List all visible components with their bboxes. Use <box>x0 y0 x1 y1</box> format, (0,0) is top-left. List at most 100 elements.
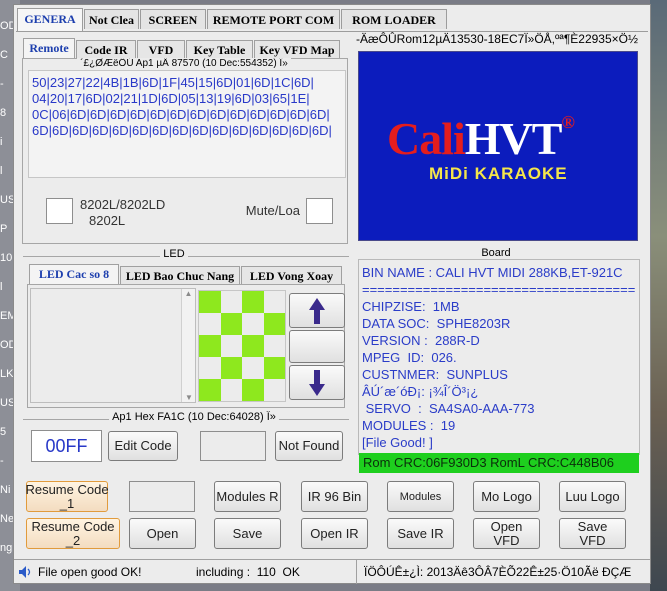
subtab-key-vfd-map[interactable]: Key VFD Map <box>254 40 340 58</box>
led-list[interactable] <box>30 288 196 403</box>
board-info-line: CHIPZISE: 1MB <box>362 299 460 314</box>
board-info-line: ÂÚ´æ´óÐ¡: ¡¾Î´Ö³¡¿ <box>362 384 479 399</box>
move-down-button[interactable] <box>289 365 345 400</box>
modules-button[interactable]: Modules <box>387 481 454 512</box>
desktop-icon-label: i <box>0 136 3 148</box>
status-datetime: ÏÖÔÚÊ±¿Ì: 2013Äê3ÔÂ7ÈÕ22Ê±25·Ö10Ãë ÐÇÆ <box>364 565 632 579</box>
code-result-field <box>200 431 266 461</box>
subtab-key-table[interactable]: Key Table <box>186 40 253 58</box>
led-group-label: LED <box>154 248 194 260</box>
desktop-icon-label: C <box>0 49 8 61</box>
status-message: File open good OK! <box>38 565 142 579</box>
ir-96-bin-button[interactable]: IR 96 Bin <box>301 481 368 512</box>
hex-line-2: 04|20|17|6D|02|21|1D|6D|05|13|19|6D|03|6… <box>32 91 310 106</box>
board-info-line: BIN NAME : CALI HVT MIDI 288KB,ET-921C <box>362 265 623 280</box>
blank-field <box>129 481 195 512</box>
led-segment-grid <box>198 290 286 402</box>
led-tab-vong-xoay[interactable]: LED Vong Xoay <box>241 266 342 284</box>
status-count: including : 110 OK <box>196 565 300 579</box>
desktop-icon-label: Ne <box>0 513 15 525</box>
open-vfd-button[interactable]: Open VFD <box>473 518 540 549</box>
tab-remote-port-com[interactable]: REMOTE PORT COM <box>207 9 340 29</box>
led-segment[interactable] <box>199 291 221 313</box>
modules-r-button[interactable]: Modules R <box>214 481 281 512</box>
board-info-line: MODULES : 19 <box>362 418 456 433</box>
subtab-vfd[interactable]: VFD <box>137 40 185 58</box>
board-info-line: VERSION : 288R-D <box>362 333 480 348</box>
led-segment[interactable] <box>220 313 242 335</box>
desktop-icon-label: Ni <box>0 484 11 496</box>
led-segment[interactable] <box>199 379 221 401</box>
scroll-up-icon[interactable]: ▲ <box>182 289 195 298</box>
led-segment[interactable] <box>199 357 221 379</box>
board-group-label: Board <box>470 247 522 259</box>
board-info-line: CUSTNMER: SUNPLUS <box>362 367 508 382</box>
board-info: BIN NAME : CALI HVT MIDI 288KB,ET-921C ==… <box>358 259 640 455</box>
ap1-group-label: Ap1 Hex FA1C (10 Dec:64028) Î» <box>94 411 294 423</box>
resume-code-2-button[interactable]: Resume Code _2 <box>26 518 120 549</box>
mo-logo-button[interactable]: Mo Logo <box>473 481 540 512</box>
edit-code-button[interactable]: Edit Code <box>108 431 178 461</box>
led-tab-cac-so-8[interactable]: LED Cac so 8 <box>29 264 119 284</box>
chip-label-line-1: 8202L/8202LD <box>80 197 166 212</box>
led-segment[interactable] <box>242 291 264 313</box>
scroll-down-icon[interactable]: ▼ <box>182 393 196 402</box>
remote-group-label: ´£¿ØÆëÔÚ Ap1 µÄ 87570 (10 Dec:554352) Î» <box>34 58 334 69</box>
tab-not-clea[interactable]: Not Clea <box>84 9 139 29</box>
logo-registered-mark: ® <box>561 112 574 132</box>
subtab-remote[interactable]: Remote <box>23 38 75 58</box>
main-tab-bar: GENERA Not Clea SCREEN REMOTE PORT COM R… <box>14 5 650 31</box>
tab-rom-loader[interactable]: ROM LOADER <box>341 9 447 29</box>
led-segment[interactable] <box>220 379 242 401</box>
led-segment[interactable] <box>263 335 285 357</box>
led-segment[interactable] <box>242 313 264 335</box>
hex-line-4: 6D|6D|6D|6D|6D|6D|6D|6D|6D|6D|6D|6D|6D|6… <box>32 123 332 138</box>
led-segment[interactable] <box>242 379 264 401</box>
luu-logo-button[interactable]: Luu Logo <box>559 481 626 512</box>
led-list-scrollbar[interactable]: ▲ ▼ <box>181 289 195 402</box>
led-tab-bao-chuc-nang[interactable]: LED Bao Chuc Nang <box>120 266 240 284</box>
board-info-line: SERVO : SA4SA0-AAA-773 <box>362 401 535 416</box>
desktop-icon-label: P <box>0 223 8 235</box>
status-bar: File open good OK! including : 110 OK ÏÖ… <box>14 559 650 584</box>
brand-logo: CaliHVT® <box>387 112 575 165</box>
arrow-down-icon <box>309 369 325 396</box>
save-button[interactable]: Save <box>214 518 281 549</box>
led-segment[interactable] <box>220 335 242 357</box>
led-segment[interactable] <box>263 379 285 401</box>
led-segment[interactable] <box>263 313 285 335</box>
desktop-icon-label: - <box>0 455 4 467</box>
tab-genera[interactable]: GENERA <box>17 8 83 31</box>
led-segment[interactable] <box>220 291 242 313</box>
resume-code-1-button[interactable]: Resume Code _1 <box>25 481 109 512</box>
tab-screen[interactable]: SCREEN <box>140 9 206 29</box>
mute-label: Mute/Loa <box>245 203 300 218</box>
open-button[interactable]: Open <box>129 518 196 549</box>
move-up-button[interactable] <box>289 293 345 328</box>
remote-code-area[interactable]: 50|23|27|22|4B|1B|6D|1F|45|15|6D|01|6D|1… <box>28 70 346 178</box>
save-ir-button[interactable]: Save IR <box>387 518 454 549</box>
chip-label: 8202L/8202LD 8202L <box>80 197 200 229</box>
led-segment[interactable] <box>242 357 264 379</box>
desktop-icon-label: l <box>0 165 3 177</box>
desktop-icon-label: 8 <box>0 107 7 119</box>
move-mid-button[interactable] <box>289 330 345 363</box>
save-vfd-button[interactable]: Save VFD <box>559 518 626 549</box>
open-ir-button[interactable]: Open IR <box>301 518 368 549</box>
chip-label-line-2: 8202L <box>89 213 126 228</box>
led-segment[interactable] <box>242 335 264 357</box>
desktop-icon-label: 5 <box>0 426 7 438</box>
not-found-button[interactable]: Not Found <box>275 431 343 461</box>
board-info-line: MPEG ID: 026. <box>362 350 457 365</box>
desktop-icon-label: - <box>0 78 4 90</box>
subtab-code-ir[interactable]: Code IR <box>76 40 136 58</box>
chip-checkbox[interactable] <box>46 198 73 224</box>
desktop-icon-label: l <box>0 281 3 293</box>
mute-checkbox[interactable] <box>306 198 333 224</box>
led-segment[interactable] <box>220 357 242 379</box>
led-segment[interactable] <box>263 357 285 379</box>
led-segment[interactable] <box>263 291 285 313</box>
hex-value-field[interactable]: 00FF <box>31 430 102 462</box>
led-segment[interactable] <box>199 313 221 335</box>
led-segment[interactable] <box>199 335 221 357</box>
